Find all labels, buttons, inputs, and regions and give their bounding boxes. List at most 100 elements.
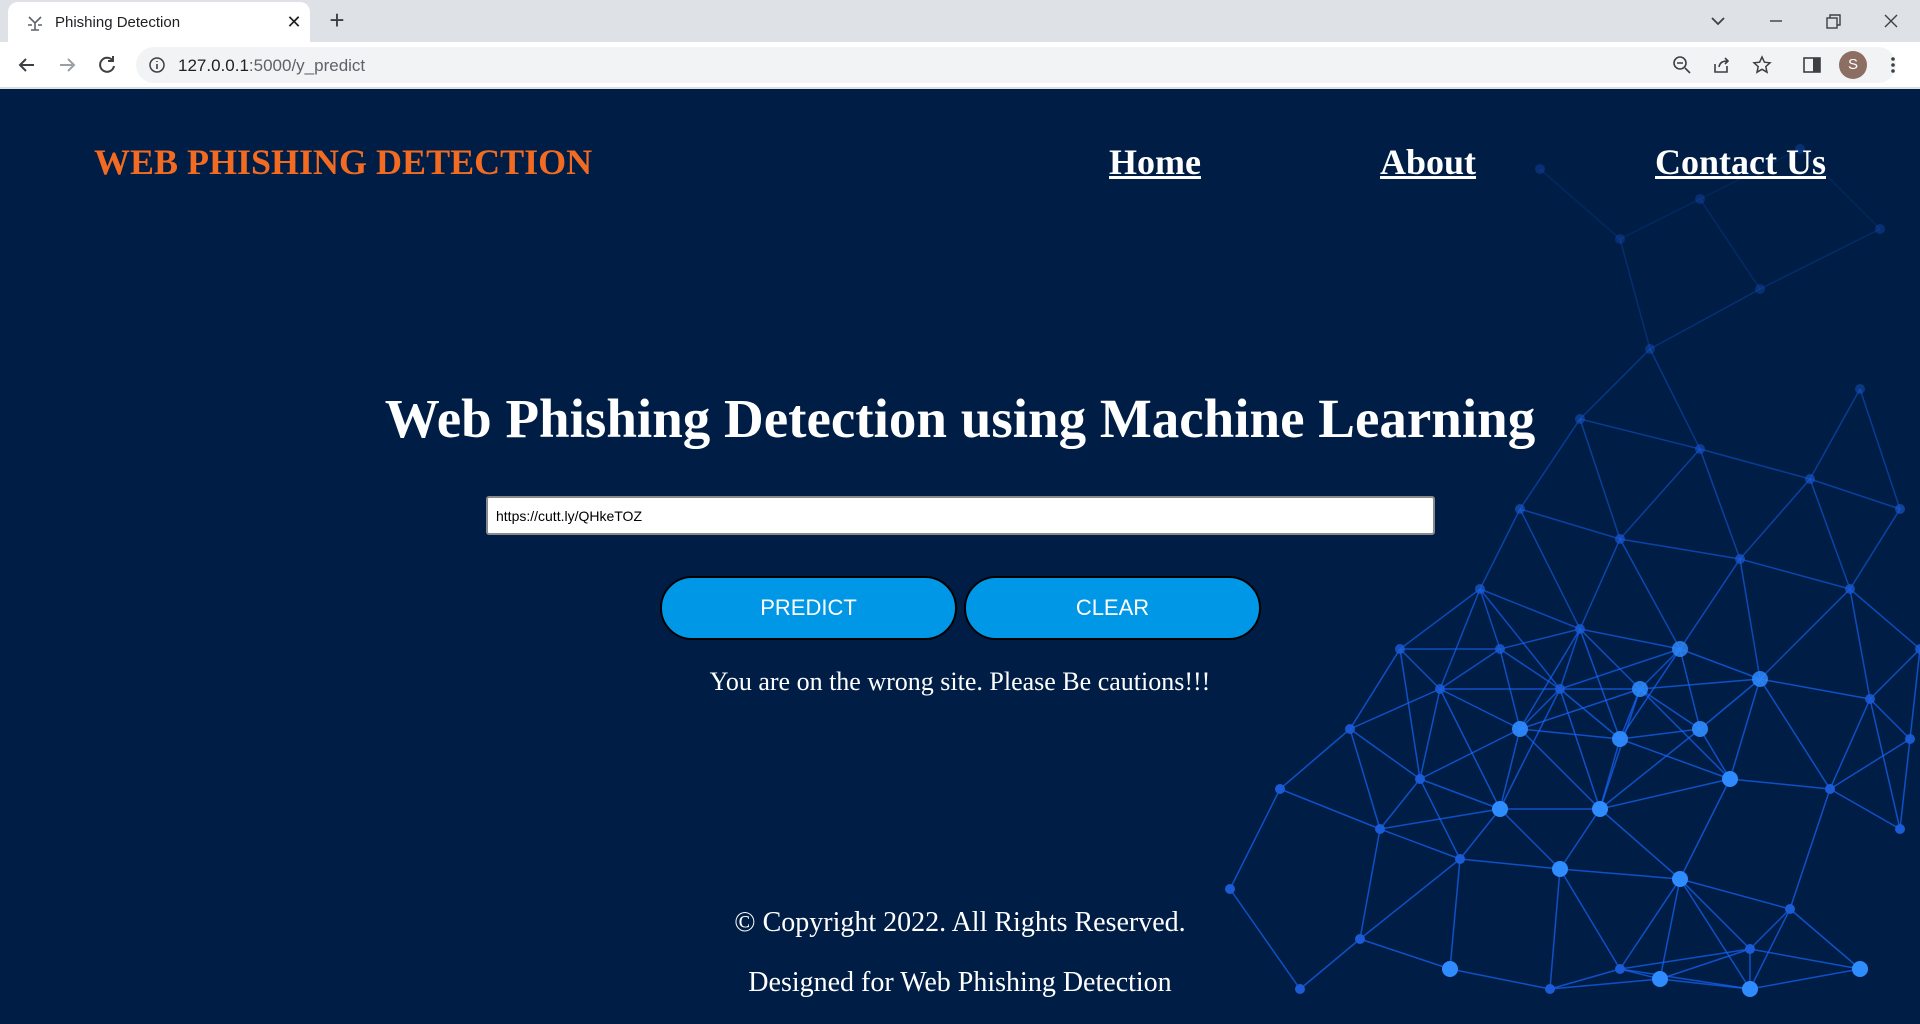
nav-contact-link[interactable]: Contact Us <box>1655 141 1826 183</box>
network-node <box>1905 734 1915 744</box>
avatar[interactable]: S <box>1839 51 1867 79</box>
star-icon[interactable] <box>1751 54 1773 76</box>
tab-title: Phishing Detection <box>55 14 181 31</box>
url-text[interactable]: 127.0.0.1:5000/y_predict <box>178 56 365 76</box>
network-line <box>1229 788 1281 890</box>
page-title: Web Phishing Detection using Machine Lea… <box>384 388 1536 449</box>
network-line <box>1279 728 1351 790</box>
network-node <box>1692 721 1708 737</box>
prediction-result: You are on the wrong site. Please Be cau… <box>709 667 1211 696</box>
network-line <box>1459 808 1501 860</box>
network-line <box>1619 738 1731 780</box>
network-line <box>1759 588 1851 680</box>
chevron-down-icon[interactable] <box>1703 6 1733 36</box>
network-line <box>1739 478 1811 560</box>
network-node <box>1575 624 1585 634</box>
network-line <box>1649 288 1761 350</box>
network-node <box>1492 801 1508 817</box>
network-node <box>1345 724 1355 734</box>
network-line <box>1349 728 1381 830</box>
network-line <box>1519 728 1601 810</box>
network-line <box>1519 508 1581 630</box>
network-node <box>1755 284 1765 294</box>
address-bar[interactable]: 127.0.0.1:5000/y_predict <box>136 47 1896 83</box>
network-line <box>1419 688 1441 780</box>
network-line <box>1829 788 1901 830</box>
network-line <box>1579 628 1681 650</box>
url-host: 127.0.0.1 <box>178 56 249 75</box>
network-line <box>1869 698 1901 830</box>
predict-button[interactable]: PREDICT <box>660 576 957 640</box>
network-node <box>1805 474 1815 484</box>
browser-toolbar: 127.0.0.1:5000/y_predict S <box>0 42 1920 88</box>
network-line <box>1349 728 1421 780</box>
close-window-icon[interactable] <box>1876 6 1906 36</box>
url-path: :5000/y_predict <box>248 56 366 75</box>
kebab-menu-icon[interactable] <box>1882 54 1904 76</box>
network-line <box>1479 588 1501 650</box>
network-line <box>1829 738 1911 790</box>
network-line <box>1599 808 1681 880</box>
restore-icon[interactable] <box>1818 6 1848 36</box>
nav-about-link[interactable]: About <box>1380 141 1476 183</box>
network-node <box>1455 854 1465 864</box>
network-line <box>1809 478 1901 510</box>
network-node <box>1615 234 1625 244</box>
network-line <box>1539 168 1621 240</box>
network-node <box>1375 824 1385 834</box>
network-line <box>1809 478 1851 590</box>
minimize-icon[interactable] <box>1761 6 1791 36</box>
share-icon[interactable] <box>1711 54 1733 76</box>
tab-strip: Phishing Detection ✕ + <box>0 0 1920 42</box>
network-line <box>1619 448 1701 540</box>
network-line <box>1499 688 1561 810</box>
network-line <box>1619 238 1651 350</box>
network-line <box>1499 728 1521 810</box>
network-node <box>1475 584 1485 594</box>
network-node <box>1845 584 1855 594</box>
network-line <box>1899 738 1911 830</box>
network-line <box>1499 808 1561 870</box>
network-line <box>1869 698 1911 740</box>
network-line <box>1829 698 1871 790</box>
network-node <box>1512 721 1528 737</box>
network-line <box>1419 728 1521 780</box>
network-node <box>1275 784 1285 794</box>
network-line <box>1599 688 1641 810</box>
network-node <box>1615 534 1625 544</box>
network-node <box>1735 554 1745 564</box>
network-line <box>1559 688 1601 810</box>
network-node <box>1515 504 1525 514</box>
brand-title: WEB PHISHING DETECTION <box>94 142 593 182</box>
zoom-out-icon[interactable] <box>1671 54 1693 76</box>
network-line <box>1619 538 1741 560</box>
close-icon[interactable]: ✕ <box>284 12 304 32</box>
network-line <box>1759 228 1881 290</box>
network-line <box>1479 508 1521 590</box>
arrow-right-icon[interactable] <box>53 51 81 79</box>
network-node <box>1825 784 1835 794</box>
network-node <box>1672 641 1688 657</box>
network-line <box>1559 808 1601 870</box>
network-line <box>1519 508 1621 540</box>
network-line <box>1459 858 1561 870</box>
reload-icon[interactable] <box>93 51 121 79</box>
arrow-left-icon[interactable] <box>13 51 41 79</box>
clear-button[interactable]: CLEAR <box>964 576 1261 640</box>
plus-icon[interactable]: + <box>324 7 350 34</box>
network-node <box>1225 884 1235 894</box>
side-panel-icon[interactable] <box>1801 54 1823 76</box>
network-line <box>1379 778 1421 830</box>
network-node <box>1895 824 1905 834</box>
network-line <box>1849 508 1901 590</box>
url-input[interactable] <box>486 496 1435 535</box>
network-line <box>1279 788 1381 830</box>
browser-tab[interactable]: Phishing Detection ✕ <box>8 2 310 42</box>
network-node <box>1592 801 1608 817</box>
nav-home-link[interactable]: Home <box>1109 141 1201 183</box>
network-node <box>1875 224 1885 234</box>
designed-for-text: Designed for Web Phishing Detection <box>748 967 1172 998</box>
network-line <box>1739 558 1761 680</box>
network-line <box>1499 628 1581 650</box>
info-icon[interactable] <box>148 56 166 74</box>
